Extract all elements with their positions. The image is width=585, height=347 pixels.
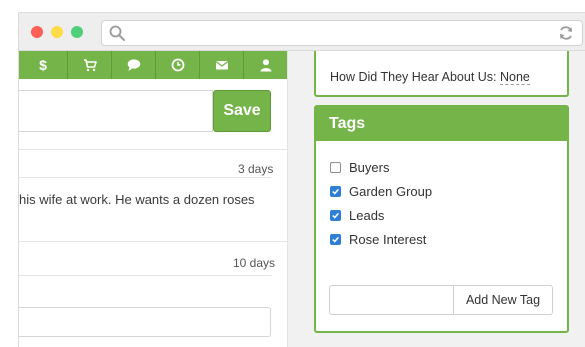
- envelope-icon: [215, 61, 228, 70]
- checkbox-checked[interactable]: [330, 185, 341, 197]
- browser-window: $ Save 3 days his wife at work. He wants…: [18, 12, 585, 347]
- tag-item-rose-interest[interactable]: Rose Interest: [330, 230, 426, 248]
- divider: [19, 241, 287, 242]
- chat-bubble-icon: [127, 59, 140, 71]
- note-input[interactable]: [19, 90, 213, 132]
- save-button[interactable]: Save: [213, 90, 271, 132]
- comment-input[interactable]: [19, 307, 271, 337]
- chat-button[interactable]: [111, 51, 155, 79]
- referral-source-row: How Did They Hear About Us: None: [330, 70, 530, 85]
- dollar-button[interactable]: $: [19, 51, 67, 79]
- maximize-dot[interactable]: [71, 26, 83, 38]
- checkbox-unchecked[interactable]: [330, 161, 341, 173]
- divider: [19, 177, 271, 178]
- checkmark-icon: [332, 188, 339, 195]
- clock-button[interactable]: [155, 51, 199, 79]
- tag-item-garden-group[interactable]: Garden Group: [330, 182, 432, 200]
- contact-sidebar: How Did They Hear About Us: None Tags Bu…: [288, 51, 585, 347]
- dollar-icon: $: [39, 57, 47, 73]
- tag-label: Rose Interest: [349, 231, 427, 247]
- tag-label: Leads: [349, 207, 385, 223]
- tag-item-leads[interactable]: Leads: [330, 206, 384, 224]
- checkbox-checked[interactable]: [330, 233, 341, 245]
- referral-source-card: How Did They Hear About Us: None: [314, 51, 569, 97]
- feed-item-text: his wife at work. He wants a dozen roses: [19, 192, 255, 207]
- user-button[interactable]: [243, 51, 287, 79]
- address-bar[interactable]: [101, 20, 583, 46]
- minimize-dot[interactable]: [51, 26, 63, 38]
- clock-icon: [171, 58, 184, 72]
- search-icon: [109, 25, 125, 41]
- cart-icon: [83, 59, 97, 72]
- divider: [19, 275, 271, 276]
- referral-source-value[interactable]: None: [500, 70, 530, 85]
- checkmark-icon: [332, 236, 339, 243]
- divider: [19, 149, 287, 150]
- tags-title: Tags: [316, 107, 567, 141]
- title-bar: [19, 13, 585, 51]
- tag-label: Garden Group: [349, 183, 433, 199]
- checkbox-checked[interactable]: [330, 209, 341, 221]
- activity-panel: $ Save 3 days his wife at work. He wants…: [19, 51, 288, 347]
- cart-button[interactable]: [67, 51, 111, 79]
- referral-source-label: How Did They Hear About Us:: [330, 70, 497, 84]
- close-dot[interactable]: [31, 26, 43, 38]
- tag-item-buyers[interactable]: Buyers: [330, 158, 389, 176]
- feed-item-time: 10 days: [233, 256, 276, 270]
- new-tag-input[interactable]: [329, 285, 453, 315]
- feed-item-time: 3 days: [238, 162, 274, 176]
- checkmark-icon: [332, 212, 339, 219]
- add-new-tag-button[interactable]: Add New Tag: [453, 285, 553, 315]
- reload-icon[interactable]: [557, 24, 575, 42]
- activity-toolbar: $: [19, 51, 287, 79]
- user-icon: [260, 59, 271, 72]
- tag-label: Buyers: [349, 159, 390, 175]
- tags-card: Tags Buyers Garden Group Leads Rose Inte…: [314, 105, 569, 333]
- mail-button[interactable]: [199, 51, 243, 79]
